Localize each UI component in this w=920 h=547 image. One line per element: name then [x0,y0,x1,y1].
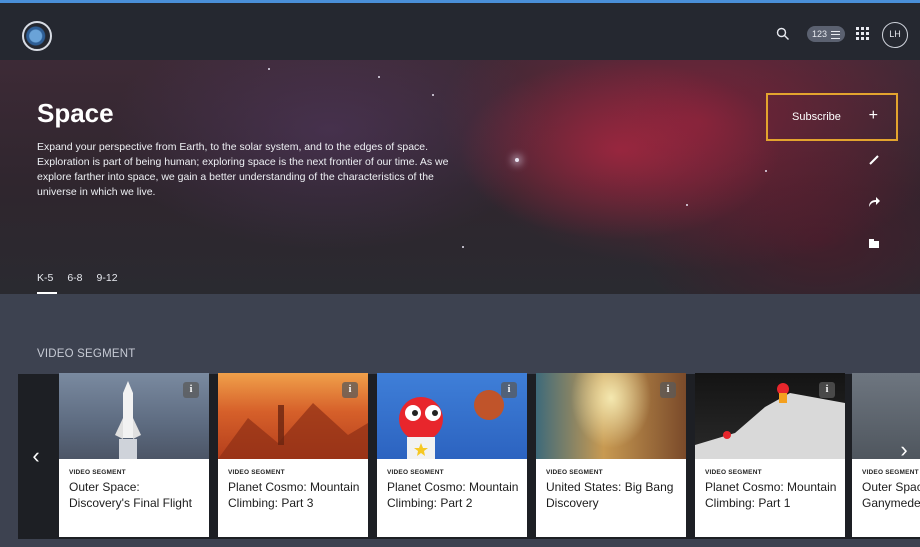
plus-icon: + [868,107,878,124]
card-kicker: VIDEO SEGMENT [228,469,285,476]
channel-hero: Space Expand your perspective from Earth… [0,60,920,294]
carousel-next-button[interactable]: › [893,430,915,470]
card-kicker: VIDEO SEGMENT [862,469,919,476]
card-title: Planet Cosmo: Mountain Climbing: Part 3 [228,480,360,510]
edit-icon[interactable] [867,153,881,167]
star-decoration [515,158,519,162]
apps-grid-icon[interactable] [856,27,869,40]
add-to-folder-icon[interactable] [867,237,881,251]
info-icon[interactable]: i [501,382,517,398]
card-title: Outer Space on Ganymede [862,480,920,510]
tab-k-5[interactable]: K-5 [37,272,58,294]
page-title: Space [37,98,114,128]
video-card[interactable]: i VIDEO SEGMENT Planet Cosmo: Mountain C… [377,373,527,537]
star-decoration [765,170,767,172]
card-title: Planet Cosmo: Mountain Climbing: Part 1 [705,480,837,510]
video-card[interactable]: i VIDEO SEGMENT United States: Big Bang … [536,373,686,537]
card-kicker: VIDEO SEGMENT [705,469,762,476]
share-icon[interactable] [867,195,881,209]
video-card[interactable]: i VIDEO SEGMENT Outer Space: Discovery's… [59,373,209,537]
star-decoration [686,204,688,206]
video-card[interactable]: i VIDEO SEGMENT Planet Cosmo: Mountain C… [218,373,368,537]
grade-tabs: K-5 6-8 9-12 [37,272,118,294]
subscribe-label: Subscribe [792,111,841,123]
info-icon[interactable]: i [342,382,358,398]
chevron-left-icon: ‹ [32,443,40,468]
star-decoration [462,246,464,248]
section-heading: VIDEO SEGMENT [37,348,136,360]
card-kicker: VIDEO SEGMENT [387,469,444,476]
card-title: Outer Space: Discovery's Final Flight [69,480,192,510]
filter-lines-icon [831,31,840,39]
star-decoration [268,68,270,70]
search-icon[interactable] [776,27,790,41]
grade-band-selector[interactable]: 123 [807,26,845,42]
carousel-prev-button[interactable]: ‹ [24,436,48,476]
star-decoration [432,94,434,96]
tab-6-8[interactable]: 6-8 [67,272,82,284]
subscribe-button[interactable]: Subscribe + [766,93,898,141]
tab-9-12[interactable]: 9-12 [97,272,118,284]
card-kicker: VIDEO SEGMENT [69,469,126,476]
info-icon[interactable]: i [819,382,835,398]
chevron-right-icon: › [900,437,908,462]
user-avatar[interactable]: LH [882,22,908,48]
page-description: Expand your perspective from Earth, to t… [37,141,449,198]
card-kicker: VIDEO SEGMENT [546,469,603,476]
info-icon[interactable]: i [183,382,199,398]
star-decoration [378,76,380,78]
card-title: Planet Cosmo: Mountain Climbing: Part 2 [387,480,519,510]
video-card[interactable]: i VIDEO SEGMENT Planet Cosmo: Mountain C… [695,373,845,537]
top-bar: 123 LH [0,0,920,60]
discovery-education-logo[interactable] [22,21,52,51]
grade-band-label: 123 [812,29,828,39]
info-icon[interactable]: i [660,382,676,398]
card-title: United States: Big Bang Discovery [546,480,674,510]
